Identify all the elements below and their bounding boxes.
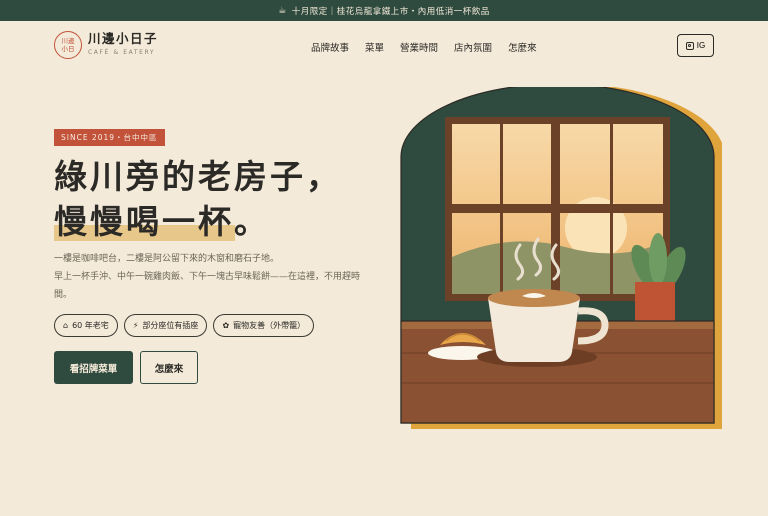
headline-line2: 慢慢喝一杯。 xyxy=(54,199,270,244)
hero-description: 一樓是咖啡吧台，二樓是阿公留下來的木窗和磨石子地。 早上一杯手沖、中午一碗雞肉飯… xyxy=(54,250,374,304)
tag-pet-friendly: ✿ 寵物友善（外帶籠） xyxy=(213,314,315,337)
main-nav: 品牌故事 菜單 營業時間 店內氛圍 怎麼來 xyxy=(311,40,537,54)
headline-end: 。 xyxy=(234,202,270,241)
instagram-button[interactable]: IG xyxy=(677,34,714,57)
instagram-icon xyxy=(685,41,694,50)
house-icon: ⌂ xyxy=(63,321,69,330)
tag-old-house: ⌂ 60 年老宅 xyxy=(54,314,118,337)
announcement-text: 十月限定｜桂花烏龍拿鐵上市・內用低消一杯飲品 xyxy=(291,6,490,17)
coffee-cup-icon: ☕ xyxy=(278,5,287,16)
instagram-label: IG xyxy=(696,41,706,50)
tag-sockets: ⚡ 部分座位有插座 xyxy=(123,314,208,337)
announcement-bar: ☕ 十月限定｜桂花烏龍拿鐵上市・內用低消一杯飲品 xyxy=(0,0,768,21)
hero-headline: 綠川旁的老房子， 慢慢喝一杯。 xyxy=(54,154,342,244)
logo-badge[interactable]: 川邊 小日 xyxy=(54,31,82,59)
view-menu-button[interactable]: 看招牌菜單 xyxy=(54,351,133,384)
tag-label: 60 年老宅 xyxy=(72,321,109,330)
brand-name[interactable]: 川邊小日子 xyxy=(88,28,158,47)
headline-line1: 綠川旁的老房子， xyxy=(54,157,342,196)
paw-icon: ✿ xyxy=(222,321,230,330)
plug-icon: ⚡ xyxy=(132,321,139,330)
desc-line2: 早上一杯手沖、中午一碗雞肉飯、下午一塊古早味鬆餅——在這裡，不用趕時間。 xyxy=(54,272,361,300)
headline-highlight: 慢慢喝一杯 xyxy=(54,202,234,241)
since-badge: SINCE 2019・台中中區 xyxy=(54,129,165,146)
cafe-window-illustration xyxy=(400,87,722,429)
logo-badge-line2: 小日 xyxy=(61,45,75,53)
nav-item-directions[interactable]: 怎麼來 xyxy=(508,40,537,54)
directions-button[interactable]: 怎麼來 xyxy=(140,351,198,384)
tag-label: 寵物友善（外帶籠） xyxy=(233,321,306,330)
nav-item-story[interactable]: 品牌故事 xyxy=(311,40,349,54)
nav-item-ambience[interactable]: 店內氛圍 xyxy=(454,40,492,54)
nav-item-menu[interactable]: 菜單 xyxy=(365,40,384,54)
nav-item-hours[interactable]: 營業時間 xyxy=(400,40,438,54)
desc-line1: 一樓是咖啡吧台，二樓是阿公留下來的木窗和磨石子地。 xyxy=(54,254,280,264)
feature-tags: ⌂ 60 年老宅 ⚡ 部分座位有插座 ✿ 寵物友善（外帶籠） xyxy=(54,314,315,337)
logo-badge-line1: 川邊 xyxy=(61,37,75,45)
tag-label: 部分座位有插座 xyxy=(142,321,199,330)
site-header: 川邊 小日 川邊小日子 CAFÉ & EATERY 品牌故事 菜單 營業時間 店… xyxy=(0,21,768,69)
brand-tagline: CAFÉ & EATERY xyxy=(88,49,156,56)
